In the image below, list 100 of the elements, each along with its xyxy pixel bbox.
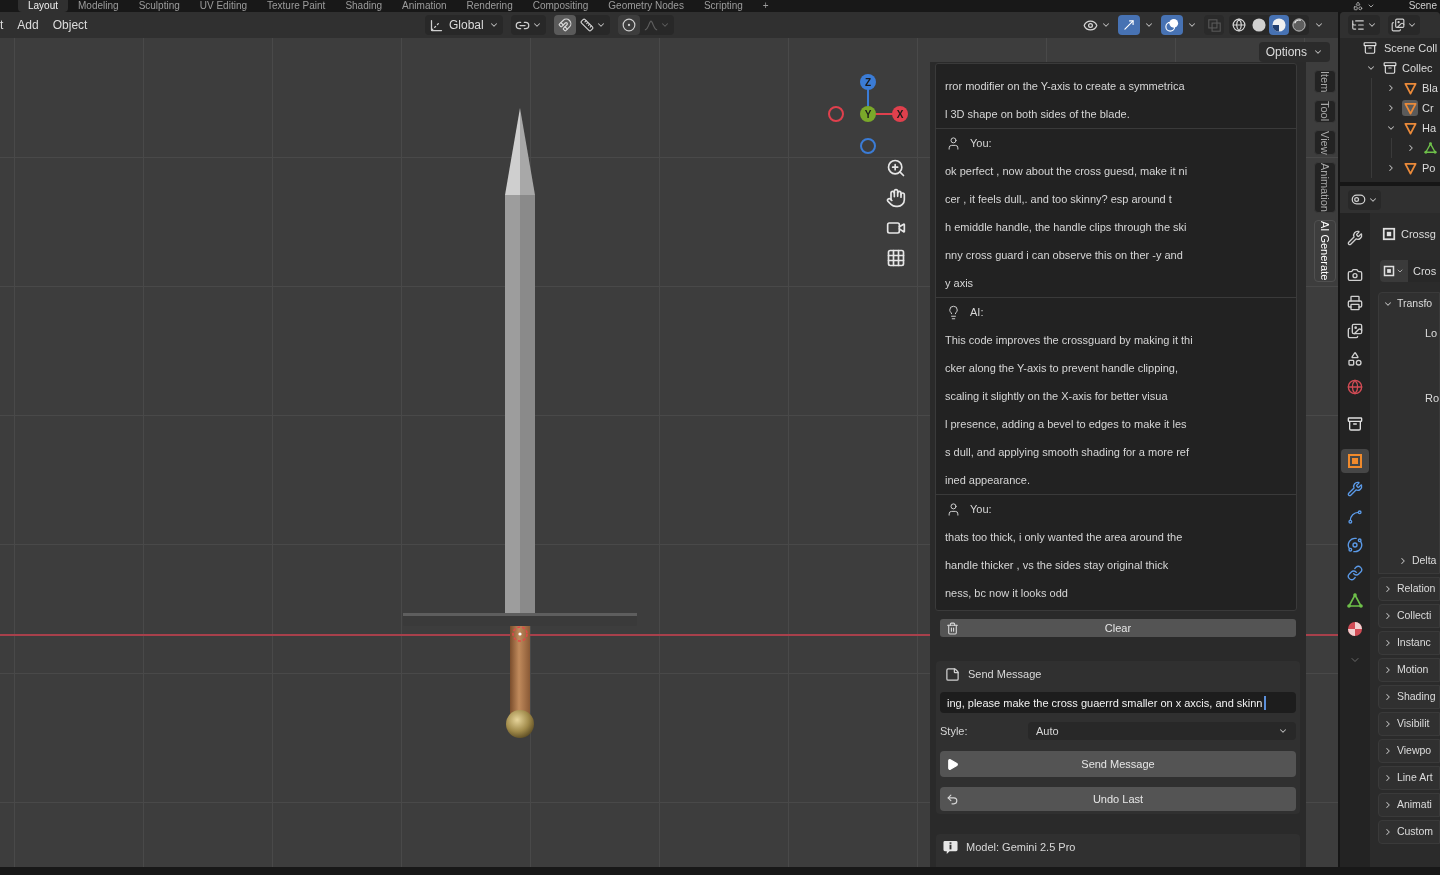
object-square-icon [1346,453,1363,469]
half-sphere-icon [1272,18,1286,32]
xray-toggle[interactable] [1204,15,1224,35]
workspace-tab[interactable]: + [752,0,779,12]
workspace-tab[interactable]: Layout [18,0,69,12]
undo-button[interactable]: Undo Last [940,787,1296,811]
panel-header[interactable]: Motion [1377,658,1440,682]
outliner-item[interactable]: Cr [1422,99,1434,117]
image-stack-icon [1346,323,1363,339]
expand-caret-icon[interactable] [1386,163,1396,173]
info-icon [943,839,958,855]
data-block-dropdown[interactable] [1379,260,1408,282]
message-input[interactable]: ing, please make the cross guaerrd smaller on x axcis, and skinn [940,692,1296,713]
sidebar-tab[interactable]: Item [1314,70,1336,94]
expand-caret-icon[interactable] [1386,123,1396,133]
workspace-tab[interactable]: Sculpting [128,0,190,12]
sidebar-tab[interactable]: AI Generate [1314,220,1336,282]
expand-caret-icon[interactable] [1366,63,1376,73]
sidebar-tab[interactable]: Animation [1314,162,1336,214]
send-button[interactable]: Send Message [940,751,1296,777]
orientation-dropdown[interactable]: Global [425,15,503,35]
workspace-tab[interactable]: Scripting [693,0,753,12]
panel-header[interactable]: Collecti [1377,604,1440,628]
grid-icon[interactable] [886,248,906,268]
outliner-item[interactable]: Scene Coll [1384,39,1438,57]
clear-button[interactable]: Clear [940,619,1296,637]
axes-icon [429,17,444,33]
panel-header[interactable]: Instanc [1377,631,1440,655]
workspace-tab[interactable]: Animation [392,0,457,12]
editor-type-dropdown[interactable] [1348,189,1381,210]
sidebar-tab[interactable]: Tool [1314,100,1336,123]
hand-icon[interactable] [886,188,906,208]
orbit-icon [1346,537,1363,553]
expand-caret-icon[interactable] [1386,83,1396,93]
wrench-icon [1346,481,1363,497]
pivot-dropdown[interactable] [510,15,546,35]
arrow-icon [1122,18,1136,32]
message-text: This code improves the crossguard by making it thi cker along the Y-axis to prevent handle clipping, scaling it slightly on the X-axis for better visua l presence, adding a bevel to edges to make it les s dull, and applying smooth shading for a more ref ined appearance. [945,333,1193,488]
gizmo-toggle[interactable] [1118,15,1140,35]
axis-handle[interactable]: Y [860,106,876,122]
panel-header[interactable]: Relation [1377,577,1440,601]
sidebar-tab[interactable]: View [1314,129,1336,156]
caret-icon [1407,20,1417,30]
scene-name[interactable]: Scene [1408,0,1437,12]
outliner-item[interactable]: Ha [1422,119,1437,137]
lightbulb-icon [946,304,961,320]
workspace-tab[interactable]: UV Editing [189,0,257,12]
panel-header[interactable]: Custom [1377,820,1440,844]
panel-header[interactable]: Transfo [1378,293,1439,315]
options-dropdown[interactable]: Options [1258,42,1330,62]
vertex-curve-icon [1346,509,1363,525]
3d-viewport[interactable] [0,38,1338,867]
caret-icon [1101,20,1111,30]
outliner-item[interactable]: Collec [1402,59,1433,77]
archive-box-icon [1346,416,1363,432]
panel-header[interactable]: Viewpo [1377,739,1440,763]
panel-header[interactable]: Animati [1377,793,1440,817]
x-axis-line [1306,634,1338,636]
axis-handle[interactable] [828,106,844,122]
menu-item[interactable]: t [0,15,18,35]
workspace-tab[interactable]: Geometry Nodes [598,0,694,12]
workspace-tab[interactable]: Compositing [522,0,599,12]
message-text: rror modifier on the Y-axis to create a symmetrica l 3D shape on both sides of the blade. [945,79,1185,122]
proportional-toggle[interactable] [617,15,640,35]
zoom-icon[interactable] [886,158,906,178]
axis-handle[interactable] [860,138,876,154]
material-sphere-icon [1346,621,1363,637]
snap-toggle[interactable] [553,15,576,35]
overlay-toggle[interactable] [1161,15,1183,35]
workspace-tab[interactable]: Modeling [68,0,129,12]
workspace-tab[interactable]: Rendering [456,0,523,12]
editor-type-dropdown[interactable] [1348,15,1380,35]
message-author: You: [970,501,992,517]
display-mode-dropdown[interactable] [1388,15,1420,35]
ruler-icon [579,18,594,32]
outliner-item[interactable]: Bla [1422,79,1438,97]
wrench-icon [1346,230,1363,246]
panel-header[interactable]: Visibilit [1377,712,1440,736]
user-icon [946,135,961,151]
outliner-item[interactable]: Po [1422,159,1436,177]
menu-item[interactable]: Add [17,15,53,35]
shading-mode-button[interactable] [1289,15,1309,35]
menu-item[interactable]: Object [52,15,102,35]
panel-title: Send Message [968,666,1042,682]
workspace-tab[interactable]: Shading [335,0,393,12]
shading-mode-button[interactable] [1269,15,1289,35]
panel-header[interactable]: Line Art [1377,766,1440,790]
subpanel-header[interactable]: Delta [1378,551,1439,571]
list-tree-icon [1351,18,1365,32]
style-dropdown[interactable]: Auto [1028,722,1296,740]
caret-icon [1187,20,1197,30]
caret-icon [531,20,542,30]
object-name-field[interactable]: Crossg [1400,225,1436,243]
trash-icon [946,621,959,635]
expand-caret-icon[interactable] [1386,103,1396,113]
properties-tab[interactable] [1340,449,1369,473]
panel-header[interactable]: Shading [1377,685,1440,709]
expand-caret-icon[interactable] [1406,143,1416,153]
workspace-tab[interactable]: Texture Paint [257,0,336,12]
printer-icon [1346,295,1363,311]
